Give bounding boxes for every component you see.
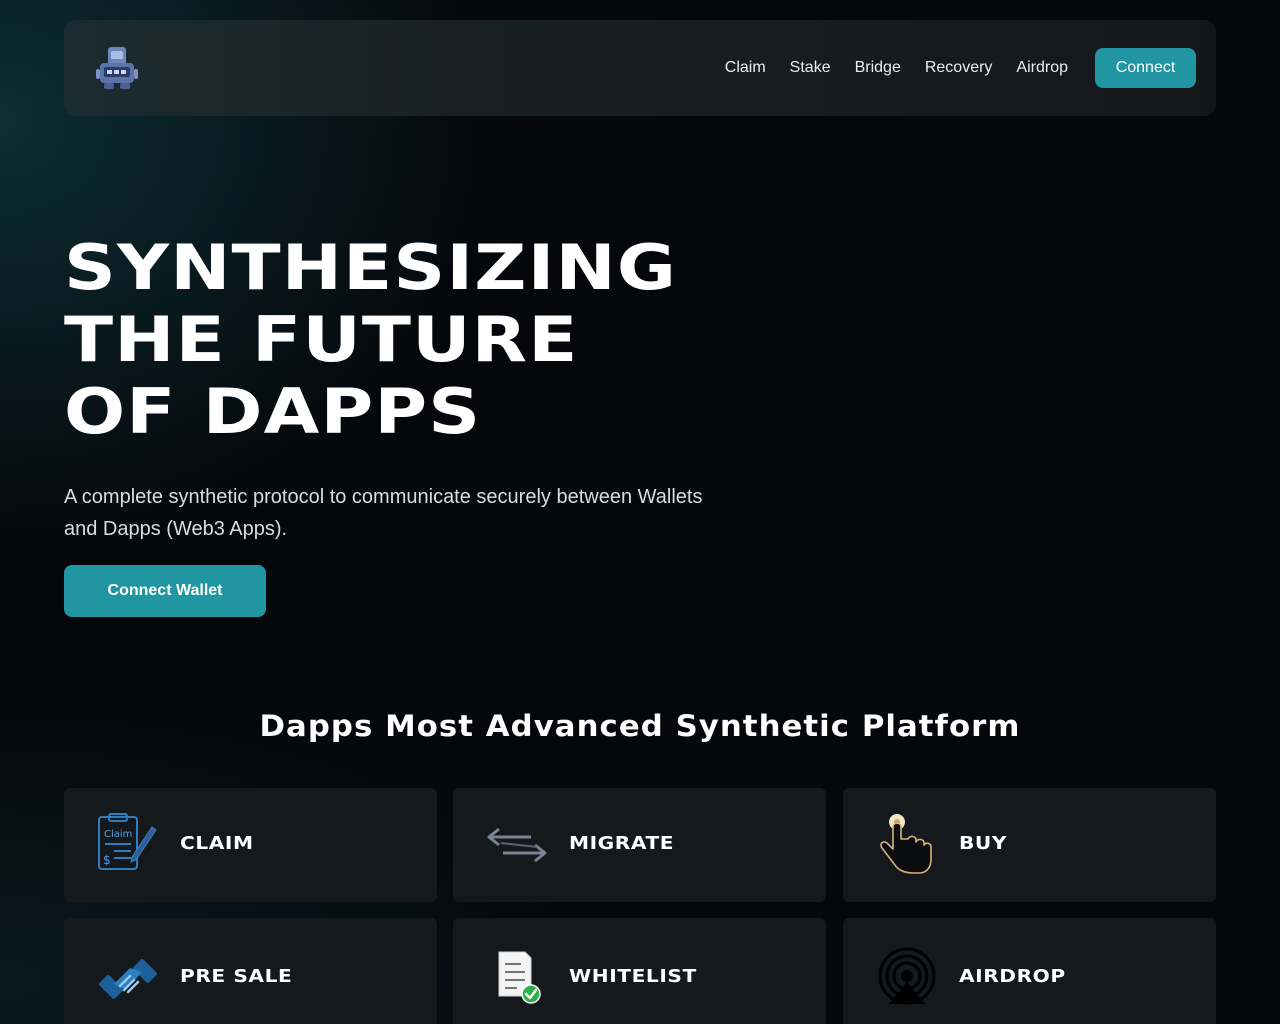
feature-card-claim[interactable]: Claim $ CLAIM	[64, 788, 437, 902]
connect-wallet-button[interactable]: Connect Wallet	[64, 565, 266, 617]
document-check-icon	[485, 946, 549, 1010]
hero-title: SYNTHESIZING THE FUTURE OF DAPPS	[64, 232, 677, 448]
feature-card-migrate[interactable]: MIGRATE	[453, 788, 826, 902]
hero-title-line-2: THE FUTURE	[64, 303, 579, 376]
feature-label-claim: CLAIM	[180, 833, 254, 854]
feature-card-presale[interactable]: PRE SALE	[64, 918, 437, 1024]
feature-card-buy[interactable]: BUY	[843, 788, 1216, 902]
robot-logo-icon[interactable]	[94, 45, 140, 91]
feature-card-airdrop[interactable]: AIRDROP	[843, 918, 1216, 1024]
hero-subtitle: A complete synthetic protocol to communi…	[64, 486, 703, 540]
claim-icon-dollar: $	[103, 853, 111, 867]
claim-clipboard-icon: Claim $	[96, 813, 160, 877]
hero-title-line-1: SYNTHESIZING	[64, 231, 678, 304]
feature-label-airdrop: AIRDROP	[959, 966, 1066, 987]
section-title: Dapps Most Advanced Synthetic Platform	[64, 704, 1216, 748]
feature-label-presale: PRE SALE	[180, 966, 293, 987]
hero-title-line-3: OF DAPPS	[64, 375, 482, 448]
airdrop-signal-icon	[875, 946, 939, 1010]
nav-recovery[interactable]: Recovery	[925, 59, 993, 77]
section-title-text: Dapps Most Advanced Synthetic Platform	[259, 709, 1021, 743]
nav-claim[interactable]: Claim	[725, 59, 766, 77]
handshake-icon	[96, 946, 160, 1010]
migrate-arrows-icon	[485, 813, 549, 877]
pointing-hand-icon	[875, 813, 939, 877]
nav-stake[interactable]: Stake	[790, 59, 831, 77]
feature-label-whitelist: WHITELIST	[569, 966, 697, 987]
main-nav: Claim Stake Bridge Recovery Airdrop Conn…	[725, 48, 1196, 88]
nav-bridge[interactable]: Bridge	[855, 59, 901, 77]
page-container: Claim Stake Bridge Recovery Airdrop Conn…	[64, 0, 1216, 1024]
top-navbar: Claim Stake Bridge Recovery Airdrop Conn…	[64, 20, 1216, 116]
nav-airdrop[interactable]: Airdrop	[1016, 59, 1068, 77]
feature-label-buy: BUY	[959, 833, 1008, 854]
claim-icon-word: Claim	[104, 829, 132, 840]
feature-card-whitelist[interactable]: WHITELIST	[453, 918, 826, 1024]
connect-button[interactable]: Connect	[1095, 48, 1196, 88]
feature-label-migrate: MIGRATE	[569, 833, 675, 854]
